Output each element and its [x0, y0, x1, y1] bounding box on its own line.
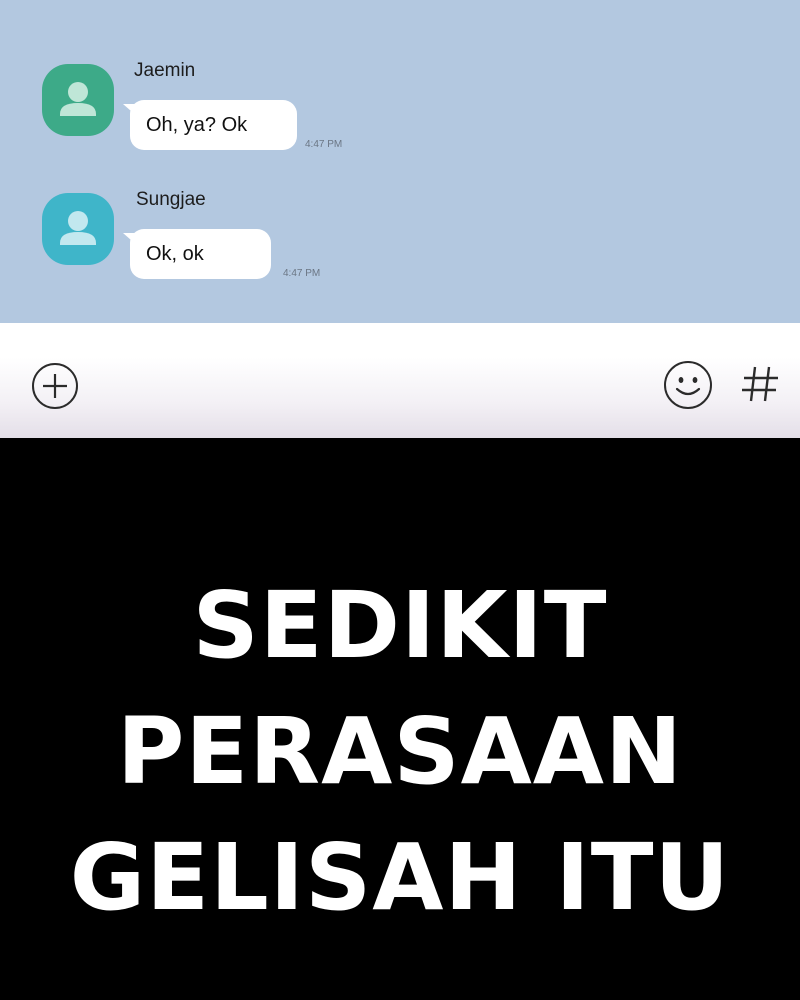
avatar-jaemin[interactable] — [42, 64, 114, 136]
message-row-jaemin: Jaemin Oh, ya? Ok 4:47 PM — [0, 60, 800, 170]
sender-name: Jaemin — [134, 60, 196, 81]
bubble-tail — [123, 104, 139, 118]
caption-text: SEDIKIT PERASAAN GELISAH ITU — [0, 563, 800, 941]
message-timestamp: 4:47 PM — [305, 139, 343, 150]
message-input-bar — [0, 323, 800, 438]
sender-name: Sungjae — [136, 189, 206, 210]
message-bubble[interactable]: Oh, ya? Ok — [123, 100, 297, 150]
user-avatar-icon — [42, 64, 114, 136]
bubble-tail — [123, 233, 139, 247]
message-bubble[interactable]: Ok, ok — [123, 229, 271, 279]
message-text: Oh, ya? Ok — [146, 114, 248, 136]
message-text: Ok, ok — [146, 243, 204, 265]
smiley-icon[interactable] — [662, 359, 714, 411]
hash-icon[interactable] — [738, 359, 782, 409]
chat-area: Jaemin Oh, ya? Ok 4:47 PM Sungjae Ok, ok… — [0, 0, 800, 323]
caption-line: PERASAAN — [117, 698, 683, 805]
caption-line: SEDIKIT — [192, 572, 608, 679]
message-timestamp: 4:47 PM — [283, 268, 321, 279]
user-avatar-icon — [42, 193, 114, 265]
avatar-sungjae[interactable] — [42, 193, 114, 265]
caption-panel: SEDIKIT PERASAAN GELISAH ITU — [0, 438, 800, 1000]
caption-line: GELISAH ITU — [69, 824, 731, 931]
message-row-sungjae: Sungjae Ok, ok 4:47 PM — [0, 189, 800, 299]
plus-circle-icon[interactable] — [30, 361, 80, 411]
